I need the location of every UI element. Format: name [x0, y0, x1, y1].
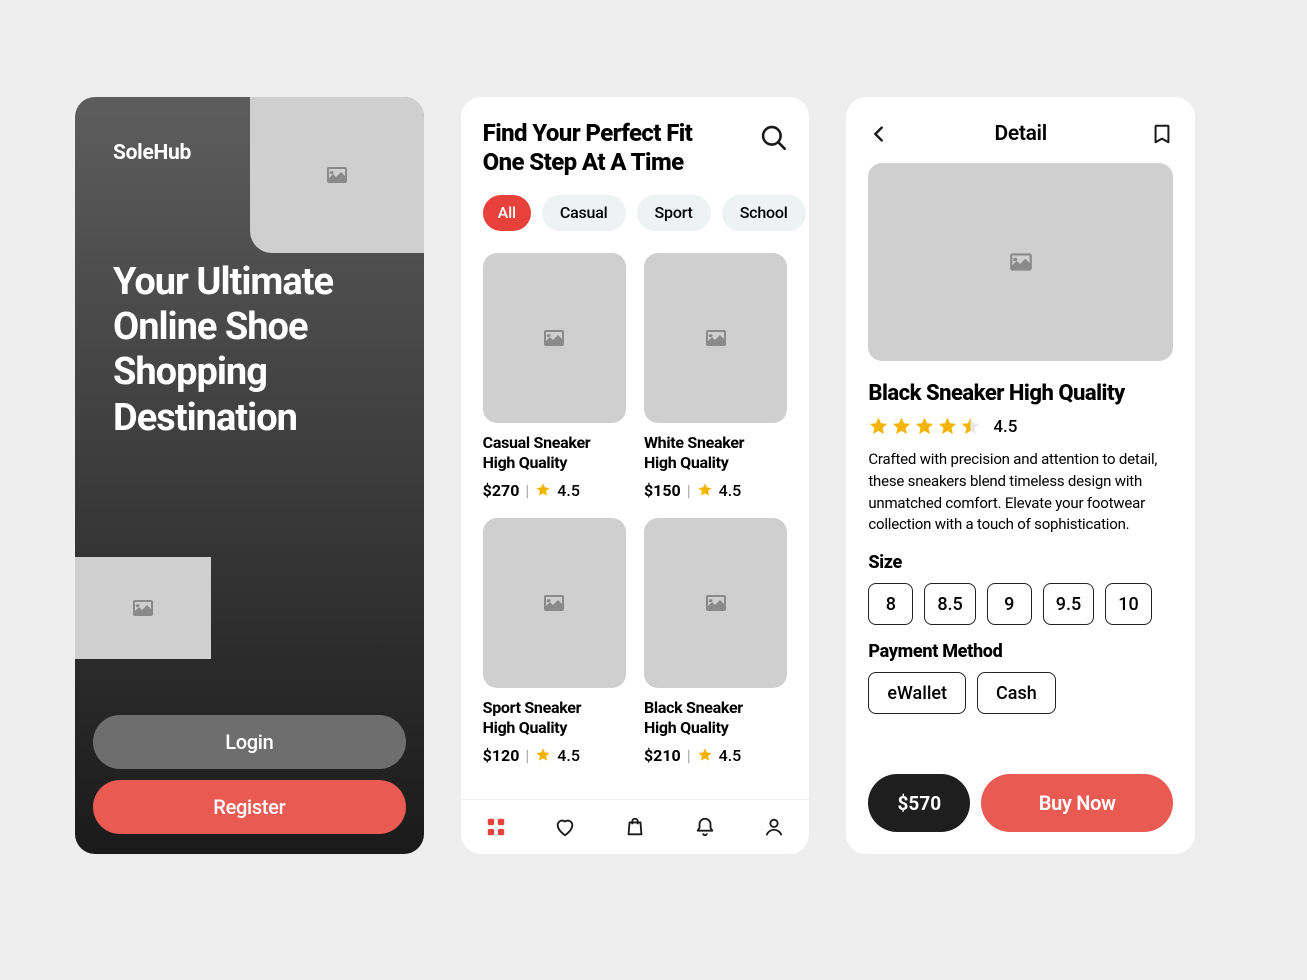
- image-placeholder-icon: [542, 326, 566, 350]
- size-option[interactable]: 10: [1105, 583, 1151, 625]
- image-placeholder-icon: [325, 163, 349, 187]
- size-options: 8 8.5 9 9.5 10: [868, 583, 1173, 625]
- chip-school[interactable]: School: [722, 195, 806, 231]
- star-icon: [535, 747, 551, 763]
- image-placeholder-icon: [1008, 249, 1034, 275]
- product-name: Black SneakerHigh Quality: [644, 698, 787, 738]
- product-meta: $150 | 4.5: [644, 481, 787, 500]
- size-label: Size: [868, 552, 1173, 573]
- star-icon: [937, 416, 958, 437]
- payment-label: Payment Method: [868, 641, 1173, 662]
- payment-option[interactable]: Cash: [977, 672, 1056, 714]
- star-icon: [868, 416, 889, 437]
- product-card[interactable]: White SneakerHigh Quality $150 | 4.5: [644, 253, 787, 500]
- product-name: White SneakerHigh Quality: [644, 433, 787, 473]
- chip-sport[interactable]: Sport: [637, 195, 711, 231]
- product-card[interactable]: Black SneakerHigh Quality $210 | 4.5: [644, 518, 787, 765]
- star-icon: [697, 482, 713, 498]
- payment-options: eWallet Cash: [868, 672, 1173, 714]
- product-name: Sport SneakerHigh Quality: [483, 698, 626, 738]
- chip-all[interactable]: All: [483, 195, 531, 231]
- image-placeholder-icon: [542, 591, 566, 615]
- hero-image-bottom: [75, 557, 211, 659]
- headline-text: Your Ultimate Online Shoe Shopping Desti…: [113, 260, 424, 441]
- star-icon: [697, 747, 713, 763]
- product-rating: 4.5: [719, 481, 742, 500]
- tab-notifications-icon[interactable]: [694, 816, 716, 838]
- star-icon: [535, 482, 551, 498]
- detail-description: Crafted with precision and attention to …: [868, 449, 1173, 536]
- detail-hero-image: [868, 163, 1173, 361]
- tab-home-icon[interactable]: [485, 816, 507, 838]
- search-icon[interactable]: [759, 123, 787, 151]
- size-option[interactable]: 9.5: [1043, 583, 1094, 625]
- category-chips: All Casual Sport School: [483, 195, 788, 231]
- star-icon: [914, 416, 935, 437]
- product-thumb: [644, 518, 787, 688]
- image-placeholder-icon: [704, 326, 728, 350]
- product-card[interactable]: Casual SneakerHigh Quality $270 | 4.5: [483, 253, 626, 500]
- product-meta: $270 | 4.5: [483, 481, 626, 500]
- detail-title: Detail: [994, 122, 1046, 146]
- product-thumb: [483, 518, 626, 688]
- catalog-title: Find Your Perfect FitOne Step At A Time: [483, 119, 693, 177]
- tab-profile-icon[interactable]: [763, 816, 785, 838]
- product-grid: Casual SneakerHigh Quality $270 | 4.5 Wh…: [483, 253, 788, 765]
- size-option[interactable]: 9: [987, 583, 1032, 625]
- hero-image-top: [250, 97, 424, 253]
- catalog-screen: Find Your Perfect FitOne Step At A Time …: [461, 97, 810, 854]
- payment-option[interactable]: eWallet: [868, 672, 966, 714]
- size-option[interactable]: 8: [868, 583, 913, 625]
- detail-screen: Detail Black Sneaker High Quality 4.5 Cr…: [846, 97, 1195, 854]
- product-price: $270: [483, 481, 520, 500]
- product-card[interactable]: Sport SneakerHigh Quality $120 | 4.5: [483, 518, 626, 765]
- image-placeholder-icon: [704, 591, 728, 615]
- tab-favorites-icon[interactable]: [554, 816, 576, 838]
- product-rating: 4.5: [557, 481, 580, 500]
- star-icon: [891, 416, 912, 437]
- product-price: $210: [644, 746, 681, 765]
- brand-logo: SoleHub: [113, 141, 191, 165]
- product-thumb: [644, 253, 787, 423]
- image-placeholder-icon: [131, 596, 155, 620]
- product-price: $120: [483, 746, 520, 765]
- detail-product-name: Black Sneaker High Quality: [868, 381, 1173, 406]
- chip-casual[interactable]: Casual: [542, 195, 626, 231]
- back-icon[interactable]: [868, 123, 890, 145]
- detail-rating-value: 4.5: [993, 417, 1017, 437]
- product-thumb: [483, 253, 626, 423]
- star-half-icon: [960, 416, 981, 437]
- tab-bar: [461, 800, 810, 854]
- login-button[interactable]: Login: [93, 715, 406, 769]
- detail-rating: 4.5: [868, 416, 1173, 437]
- product-meta: $210 | 4.5: [644, 746, 787, 765]
- size-option[interactable]: 8.5: [924, 583, 975, 625]
- buy-now-button[interactable]: Buy Now: [981, 774, 1173, 832]
- product-rating: 4.5: [557, 746, 580, 765]
- product-meta: $120 | 4.5: [483, 746, 626, 765]
- total-price: $570: [868, 774, 970, 832]
- onboarding-screen: SoleHub Your Ultimate Online Shoe Shoppi…: [75, 97, 424, 854]
- bookmark-icon[interactable]: [1151, 123, 1173, 145]
- register-button[interactable]: Register: [93, 780, 406, 834]
- product-rating: 4.5: [719, 746, 742, 765]
- product-price: $150: [644, 481, 681, 500]
- product-name: Casual SneakerHigh Quality: [483, 433, 626, 473]
- tab-cart-icon[interactable]: [624, 816, 646, 838]
